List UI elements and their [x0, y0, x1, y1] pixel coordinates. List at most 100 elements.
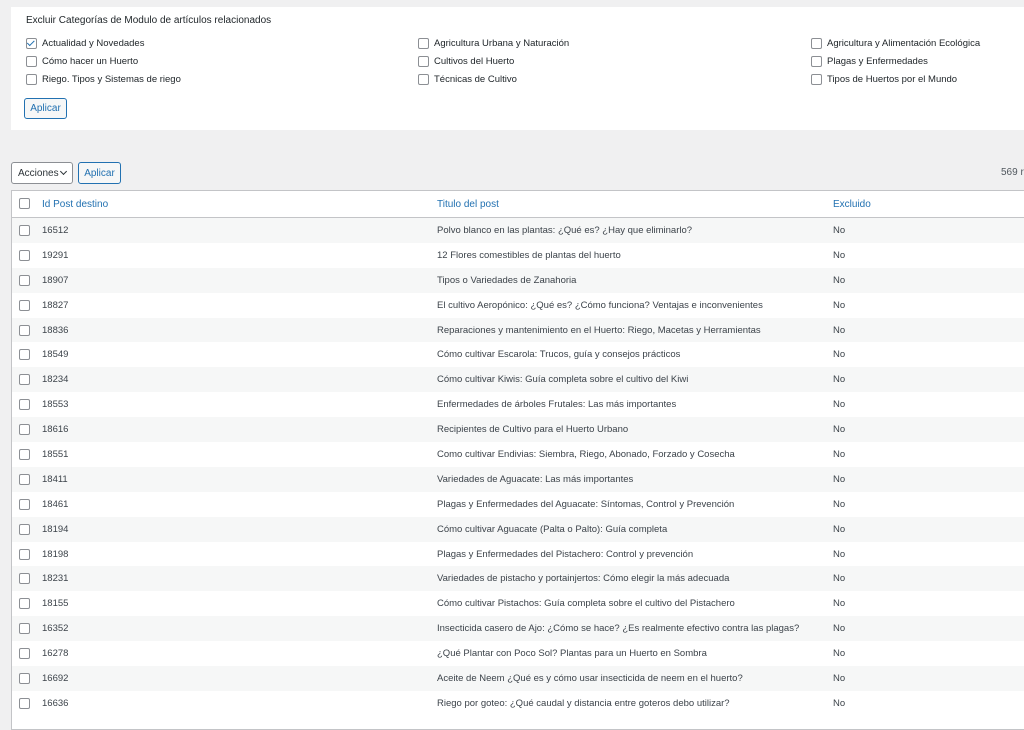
row-checkbox[interactable]	[19, 249, 30, 261]
category-checkbox[interactable]	[418, 55, 429, 67]
row-checkbox[interactable]	[19, 274, 30, 286]
row-checkbox[interactable]	[19, 598, 30, 610]
post-title-cell: Cómo cultivar Pistachos: Guía completa s…	[437, 598, 735, 610]
post-id-cell: 18827	[42, 299, 69, 311]
category-grid: Actualidad y Novedades Agricultura Urban…	[26, 35, 1024, 95]
row-checkbox[interactable]	[19, 473, 30, 485]
category-checkbox[interactable]	[26, 73, 37, 85]
category-label: Riego. Tipos y Sistemas de riego	[42, 73, 181, 85]
post-title-cell: Cómo cultivar Kiwis: Guía completa sobre…	[437, 374, 689, 386]
table-row: 18231 Variedades de pistacho y portainjer…	[12, 566, 1024, 592]
table-row: 16278 ¿Qué Plantar con Poco Sol? Plantas …	[12, 641, 1024, 666]
row-checkbox[interactable]	[19, 299, 30, 311]
post-title-cell: Como cultivar Endivias: Siembra, Riego, …	[437, 449, 735, 461]
column-header-title[interactable]: Titulo del post	[437, 199, 499, 210]
category-label: Tipos de Huertos por el Mundo	[827, 73, 958, 85]
excluded-cell: No	[833, 299, 846, 311]
post-id-cell: 18907	[42, 274, 69, 286]
category-option[interactable]: Agricultura Urbana y Naturación	[418, 35, 569, 51]
row-checkbox[interactable]	[19, 548, 30, 560]
excluded-cell: No	[833, 249, 846, 261]
category-option[interactable]: Tipos de Huertos por el Mundo	[811, 71, 957, 87]
post-title-cell: Plagas y Enfermedades del Aguacate: Sínt…	[437, 498, 735, 510]
category-option[interactable]: Técnicas de Cultivo	[418, 71, 517, 87]
category-option[interactable]: Actualidad y Novedades	[26, 35, 144, 51]
category-checkbox[interactable]	[418, 37, 429, 49]
table-row: 16692 Aceite de Neem ¿Qué es y cómo usar …	[12, 666, 1024, 691]
row-checkbox[interactable]	[19, 349, 30, 361]
table-row: 18553 Enfermedades de árboles Frutales: L…	[12, 392, 1024, 417]
excluded-cell: No	[833, 274, 846, 286]
category-checkbox[interactable]	[811, 55, 822, 67]
row-checkbox[interactable]	[19, 648, 30, 660]
category-option[interactable]: Agricultura y Alimentación Ecológica	[811, 35, 980, 51]
category-option[interactable]: Cómo hacer un Huerto	[26, 53, 138, 69]
post-id-cell: 18155	[42, 598, 69, 610]
excluded-cell: No	[833, 349, 846, 361]
row-checkbox[interactable]	[19, 573, 30, 585]
column-header-id[interactable]: Id Post destino	[42, 199, 108, 210]
post-id-cell: 18836	[42, 324, 69, 336]
post-title-cell: ¿Qué Plantar con Poco Sol? Plantas para …	[437, 648, 707, 660]
row-checkbox[interactable]	[19, 673, 30, 685]
category-checkbox[interactable]	[811, 37, 822, 49]
column-header-excluded[interactable]: Excluido	[833, 199, 871, 210]
row-checkbox[interactable]	[19, 697, 30, 709]
excluded-cell: No	[833, 673, 846, 685]
post-id-cell: 18234	[42, 374, 69, 386]
row-checkbox[interactable]	[19, 498, 30, 510]
table-row: 18549 Cómo cultivar Escarola: Trucos, guí…	[12, 342, 1024, 367]
post-id-cell: 18549	[42, 349, 69, 361]
excluded-cell: No	[833, 399, 846, 411]
category-label: Cultivos del Huerto	[434, 55, 515, 67]
panel-title: Excluir Categorías de Modulo de artículo…	[26, 15, 272, 26]
category-checkbox[interactable]	[26, 37, 37, 49]
category-option[interactable]: Riego. Tipos y Sistemas de riego	[26, 71, 181, 87]
table-row: 19291 12 Flores comestibles de plantas de…	[12, 243, 1024, 268]
row-checkbox[interactable]	[19, 424, 30, 436]
post-id-cell: 19291	[42, 249, 69, 261]
excluded-cell: No	[833, 449, 846, 461]
row-checkbox[interactable]	[19, 374, 30, 386]
table-row: 18461 Plagas y Enfermedades del Aguacate:…	[12, 492, 1024, 517]
post-title-cell: Riego por goteo: ¿Qué caudal y distancia…	[437, 697, 730, 709]
table-row: 18234 Cómo cultivar Kiwis: Guía completa …	[12, 367, 1024, 393]
row-checkbox[interactable]	[19, 225, 30, 236]
excluded-cell: No	[833, 623, 846, 635]
category-checkbox[interactable]	[811, 73, 822, 85]
row-checkbox[interactable]	[19, 449, 30, 461]
table-row: 16636 Riego por goteo: ¿Qué caudal y dist…	[12, 691, 1024, 716]
apply-exclusions-button[interactable]: Aplicar	[24, 98, 67, 119]
post-title-cell: 12 Flores comestibles de plantas del hue…	[437, 249, 621, 261]
row-checkbox[interactable]	[19, 623, 30, 635]
post-id-cell: 18231	[42, 573, 69, 585]
row-checkbox[interactable]	[19, 399, 30, 411]
post-title-cell: Enfermedades de árboles Frutales: Las má…	[437, 399, 677, 411]
category-option[interactable]: Cultivos del Huerto	[418, 53, 514, 69]
apply-bulk-action-button[interactable]: Aplicar	[78, 162, 121, 184]
post-id-cell: 18551	[42, 449, 69, 461]
category-label: Plagas y Enfermedades	[827, 55, 928, 67]
post-title-cell: Variedades de pistacho y portainjertos: …	[437, 573, 730, 585]
post-id-cell: 16636	[42, 697, 69, 709]
select-all-checkbox[interactable]	[19, 198, 30, 209]
excluded-cell: No	[833, 324, 846, 336]
row-checkbox[interactable]	[19, 523, 30, 535]
table-body: 16512 Polvo blanco en las plantas: ¿Qué e…	[12, 218, 1024, 716]
category-checkbox[interactable]	[418, 73, 429, 85]
excluded-cell: No	[833, 473, 846, 485]
post-title-cell: Recipientes de Cultivo para el Huerto Ur…	[437, 424, 629, 436]
excluded-cell: No	[833, 498, 846, 510]
category-label: Técnicas de Cultivo	[434, 73, 517, 85]
bulk-actions-select[interactable]: Acciones	[11, 162, 73, 184]
excluded-cell: No	[833, 648, 846, 660]
category-checkbox[interactable]	[26, 55, 37, 67]
post-id-cell: 16278	[42, 648, 69, 660]
table-row: 18827 El cultivo Aeropónico: ¿Qué es? ¿Có…	[12, 293, 1024, 318]
row-checkbox[interactable]	[19, 324, 30, 336]
excluded-cell: No	[833, 548, 846, 560]
post-title-cell: Plagas y Enfermedades del Pistachero: Co…	[437, 548, 694, 560]
category-option[interactable]: Plagas y Enfermedades	[811, 53, 928, 69]
table-row: 18155 Cómo cultivar Pistachos: Guía compl…	[12, 591, 1024, 616]
table-row: 18907 Tipos o Variedades de Zanahoria No	[12, 267, 1024, 293]
